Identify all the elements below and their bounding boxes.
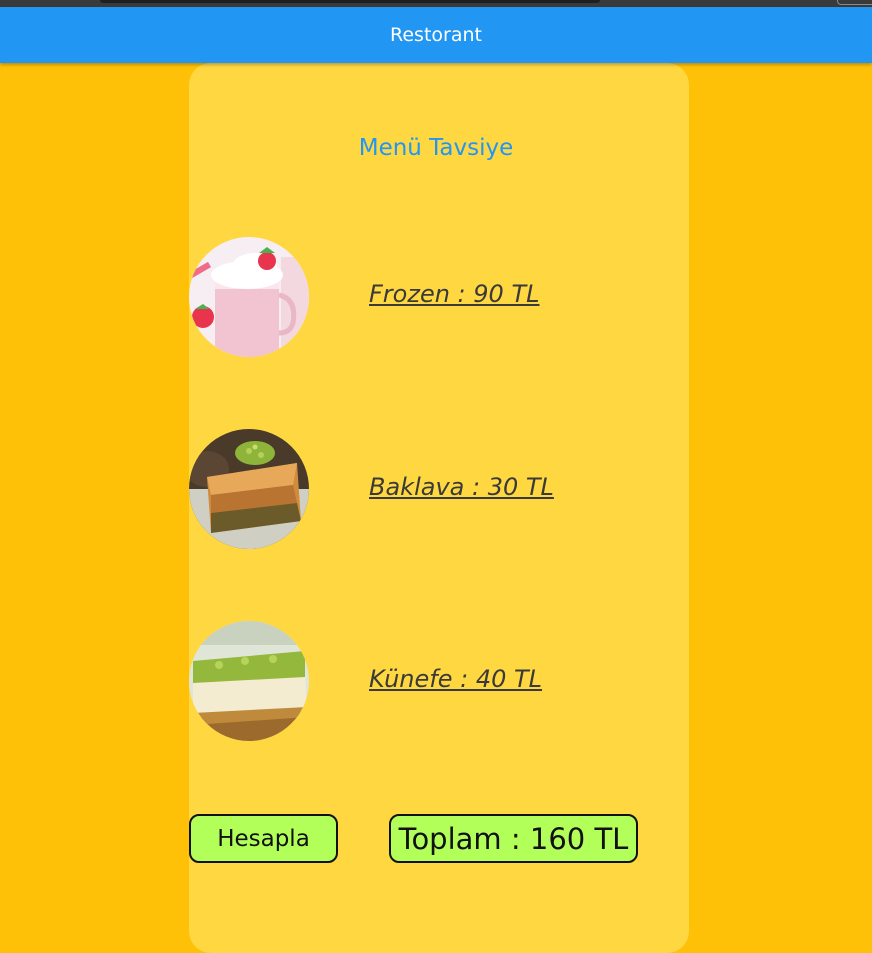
menu-item-baklava[interactable]: Baklava : 30 TL bbox=[369, 473, 554, 501]
menu-item-frozen[interactable]: Frozen : 90 TL bbox=[369, 280, 539, 308]
total-display: Toplam : 160 TL bbox=[389, 814, 638, 863]
baklava-image bbox=[189, 429, 309, 549]
browser-tab-edge bbox=[100, 0, 600, 3]
kunefe-image bbox=[189, 621, 309, 741]
app-title: Restorant bbox=[390, 24, 482, 46]
window-corner-edge bbox=[837, 0, 872, 5]
app-bar: Restorant bbox=[0, 7, 872, 63]
menu-item-kunefe[interactable]: Künefe : 40 TL bbox=[369, 665, 542, 693]
window-top-strip bbox=[0, 0, 872, 7]
frozen-drink-image bbox=[189, 237, 309, 357]
menu-heading: Menü Tavsiye bbox=[358, 135, 514, 161]
calculate-button[interactable]: Hesapla bbox=[189, 814, 338, 863]
